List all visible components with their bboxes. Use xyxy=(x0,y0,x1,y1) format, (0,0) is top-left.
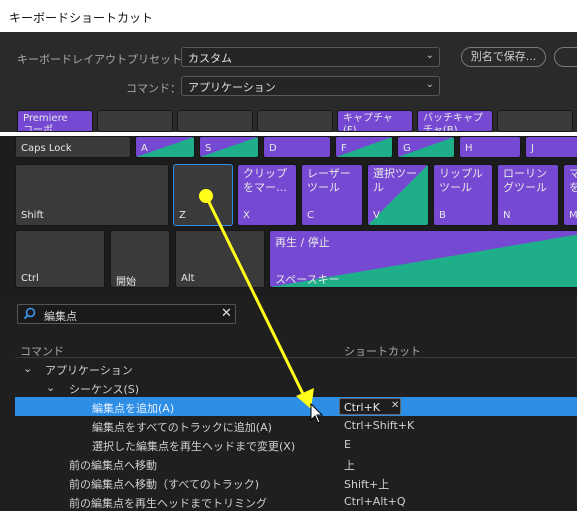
annotation-arrow xyxy=(199,189,314,409)
arrow-line xyxy=(204,195,306,397)
mouse-cursor-icon xyxy=(310,403,324,424)
